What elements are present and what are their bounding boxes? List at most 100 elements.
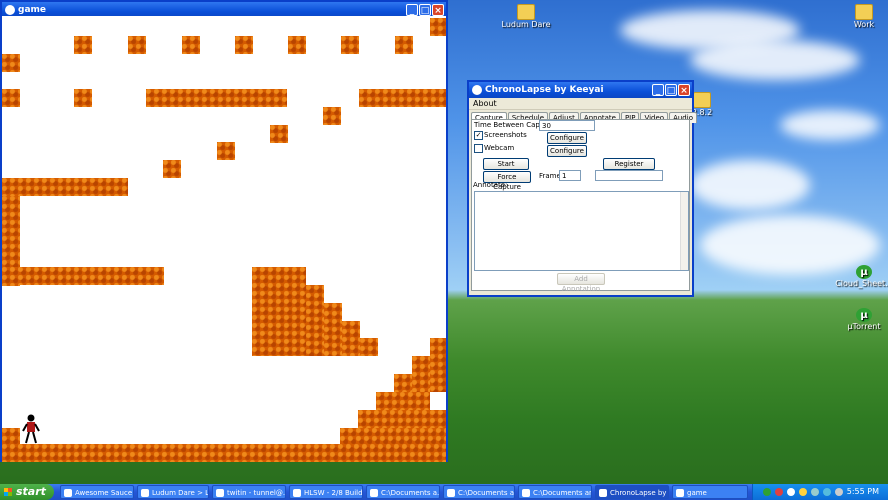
screenshots-label: Screenshots — [484, 131, 527, 139]
clock: 5:55 PM — [846, 487, 879, 496]
brick-block — [235, 36, 253, 54]
app-icon — [64, 489, 72, 497]
folder-icon — [855, 4, 873, 20]
chronolapse-window[interactable]: ChronoLapse by Keeyai _ □ × About Captur… — [467, 80, 697, 297]
desktop-icon-work[interactable]: Work — [834, 4, 888, 29]
configure-screenshots-button[interactable]: Configure — [547, 132, 587, 144]
annotate-textarea[interactable] — [474, 191, 689, 271]
brick-platform — [2, 178, 128, 196]
utorrent-icon: µ — [856, 308, 872, 322]
brick-stair — [360, 338, 378, 356]
brick-block — [2, 428, 20, 444]
brick-stair — [394, 374, 412, 392]
brick-block — [2, 89, 20, 107]
folder-icon — [447, 489, 455, 497]
taskbar-item[interactable]: Awesome Sauce ... — [60, 485, 134, 499]
taskbar-item[interactable]: C:\Documents an... — [443, 485, 515, 499]
chronolapse-titlebar[interactable]: ChronoLapse by Keeyai _ □ × — [469, 82, 692, 98]
brick-platform — [146, 89, 287, 107]
app-icon — [293, 489, 301, 497]
brick-platform — [2, 267, 164, 285]
java-icon — [676, 489, 684, 497]
minimize-button[interactable]: _ — [652, 84, 664, 96]
brick-block — [323, 107, 341, 125]
brick-block — [217, 142, 235, 160]
brick-stair — [376, 392, 430, 410]
tray-icon[interactable] — [811, 488, 819, 496]
hotkey-input[interactable] — [595, 170, 663, 181]
brick-block — [163, 160, 181, 178]
folder-icon — [370, 489, 378, 497]
desktop-icon-utorrent[interactable]: µ µTorrent — [834, 308, 888, 331]
brick-stair — [412, 356, 430, 392]
brick-block — [395, 36, 413, 54]
utorrent-icon: µ — [856, 265, 872, 279]
brick-block — [270, 125, 288, 143]
chronolapse-icon — [599, 489, 607, 497]
tray-icon[interactable] — [787, 488, 795, 496]
screenshots-checkbox[interactable]: ✓ — [474, 131, 483, 140]
browser-icon — [141, 489, 149, 497]
brick-stair — [324, 303, 342, 356]
start-button[interactable]: start — [0, 484, 54, 500]
brick-platform — [359, 89, 446, 107]
annotate-label: Annotate: — [473, 181, 508, 189]
folder-icon — [522, 489, 530, 497]
capture-panel: Time Between Captures: 30 ✓ Screenshots … — [471, 119, 690, 293]
cloud — [690, 40, 860, 80]
time-between-input[interactable]: 30 — [539, 120, 595, 131]
brick-stair — [252, 267, 306, 356]
brick-stair — [306, 285, 324, 356]
start-capture-button[interactable]: Start Capture — [483, 158, 529, 178]
folder-icon — [693, 92, 711, 108]
brick-block — [74, 89, 92, 107]
volume-icon[interactable] — [835, 488, 843, 496]
maximize-button[interactable]: □ — [665, 84, 677, 96]
desktop-icon-ludum-dare[interactable]: Ludum Dare — [496, 4, 556, 29]
taskbar-item[interactable]: HLSW - 2/8 Build ... — [289, 485, 363, 499]
brick-block — [128, 36, 146, 54]
game-window[interactable]: game _ □ × — [0, 0, 448, 462]
brick-block — [341, 36, 359, 54]
taskbar-item[interactable]: game — [672, 485, 748, 499]
menu-bar: About — [469, 98, 692, 110]
brick-block — [182, 36, 200, 54]
system-tray: 5:55 PM — [752, 484, 888, 500]
taskbar-item[interactable]: C:\Documents an... — [518, 485, 592, 499]
brick-stair — [342, 321, 360, 356]
java-icon — [5, 5, 15, 15]
configure-webcam-button[interactable]: Configure — [547, 145, 587, 157]
tray-icon[interactable] — [799, 488, 807, 496]
player-character — [22, 414, 40, 444]
game-canvas[interactable] — [2, 16, 446, 462]
tray-icon[interactable] — [763, 488, 771, 496]
taskbar-item[interactable]: twitin - tunnel@... — [212, 485, 286, 499]
webcam-checkbox[interactable] — [474, 144, 483, 153]
taskbar-item-active[interactable]: ChronoLapse by ... — [595, 485, 669, 499]
cloud — [690, 160, 810, 210]
maximize-button[interactable]: □ — [419, 4, 431, 16]
tray-icon[interactable] — [775, 488, 783, 496]
close-button[interactable]: × — [432, 4, 444, 16]
game-title: game — [18, 5, 46, 15]
taskbar-item[interactable]: C:\Documents a... — [366, 485, 440, 499]
taskbar: start Awesome Sauce ... Ludum Dare > Lu.… — [0, 484, 888, 500]
chronolapse-title: ChronoLapse by Keeyai — [485, 85, 604, 95]
folder-icon — [517, 4, 535, 20]
tray-icon[interactable] — [823, 488, 831, 496]
brick-stair — [340, 428, 446, 444]
register-hotkey-button[interactable]: Register Hotkey — [603, 158, 655, 178]
annotate-scrollbar[interactable] — [680, 192, 688, 270]
windows-logo-icon — [4, 488, 12, 496]
desktop-icon-cloud-sheet[interactable]: µ Cloud_Sheet... — [834, 265, 888, 288]
taskbar-item[interactable]: Ludum Dare > Lu... — [137, 485, 209, 499]
close-button[interactable]: × — [678, 84, 690, 96]
brick-block — [288, 36, 306, 54]
browser-icon — [216, 489, 224, 497]
add-annotation-button[interactable]: Add Annotation — [557, 273, 605, 293]
minimize-button[interactable]: _ — [406, 4, 418, 16]
brick-stair — [358, 410, 446, 428]
chronolapse-icon — [472, 85, 482, 95]
menu-about[interactable]: About — [473, 99, 497, 108]
frames-input[interactable]: 1 — [559, 170, 581, 181]
